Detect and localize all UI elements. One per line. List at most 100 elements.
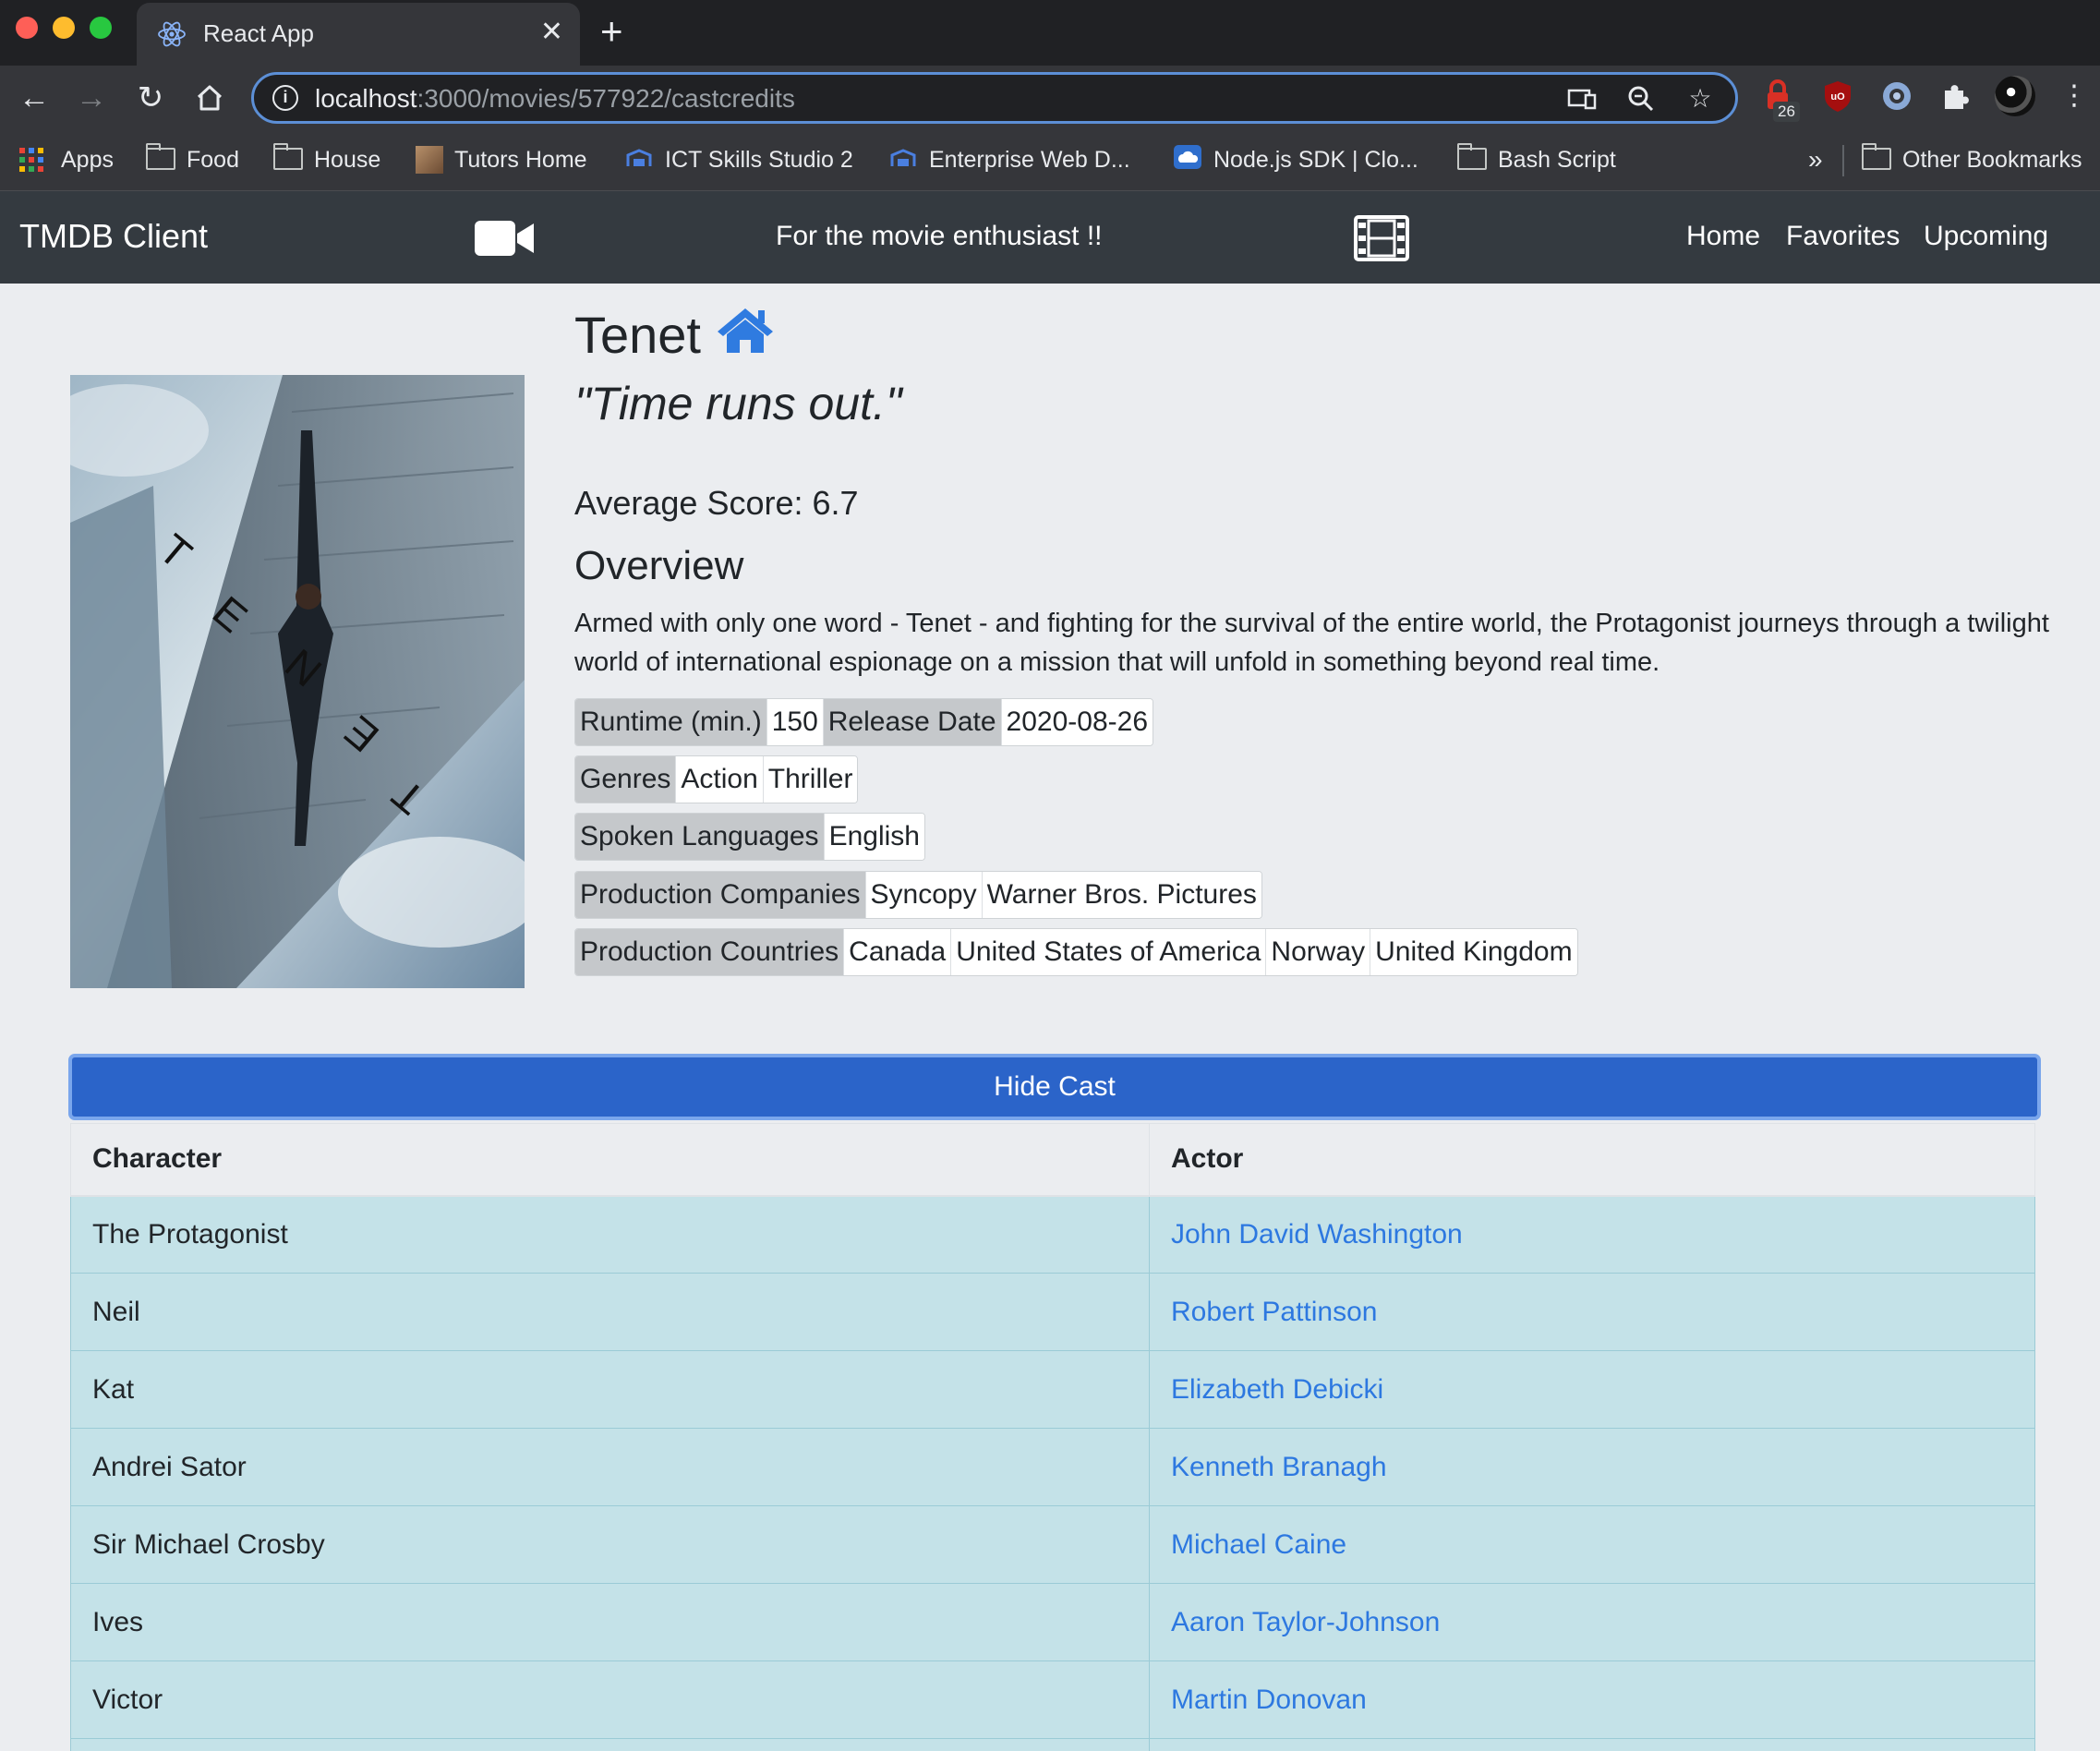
film-icon [1354, 215, 1409, 261]
folder-icon [1861, 143, 1891, 170]
character-cell: Kat [70, 1350, 1150, 1429]
app-navbar: TMDB Client For the movie enthusiast !! … [0, 191, 2100, 284]
bookmark-ict-skills[interactable]: ICT Skills Studio 2 [624, 143, 853, 176]
movie-tagline: "Time runs out." [574, 377, 902, 430]
minimize-window-button[interactable] [53, 17, 75, 39]
actor-link[interactable]: Martin Donovan [1149, 1660, 2035, 1739]
language-chip: English [824, 814, 924, 860]
address-bar[interactable]: i localhost:3000/movies/577922/castcredi… [251, 72, 1738, 124]
table-row: Neil Robert Pattinson [70, 1273, 2035, 1351]
folder-icon [272, 143, 303, 170]
bookmark-bash-script[interactable]: Bash Script [1456, 143, 1616, 176]
cast-icon[interactable] [1565, 82, 1599, 115]
company-chip: Warner Bros. Pictures [982, 872, 1261, 918]
close-window-button[interactable] [16, 17, 38, 39]
ublock-icon[interactable]: uO [1819, 78, 1856, 115]
actor-link[interactable]: Elizabeth Debicki [1149, 1350, 2035, 1429]
character-cell: Ives [70, 1583, 1150, 1661]
bookmark-food[interactable]: Food [145, 143, 239, 176]
extension-badge: 26 [1773, 102, 1800, 122]
maximize-window-button[interactable] [90, 17, 112, 39]
character-cell: The Protagonist [70, 1195, 1150, 1274]
bookmark-enterprise-web[interactable]: Enterprise Web D... [888, 143, 1130, 176]
country-chip: United States of America [951, 929, 1267, 975]
genres-group: Genres Action Thriller [574, 755, 859, 803]
bookmarks-divider [1842, 145, 1844, 176]
overview-text: Armed with only one word - Tenet - and f… [574, 609, 2049, 677]
cast-table: Character Actor The Protagonist John Dav… [70, 1123, 2035, 1751]
companies-label: Production Companies [575, 872, 866, 918]
tab-title: React App [203, 19, 314, 47]
table-row: Sir Michael Crosby Michael Caine [70, 1505, 2035, 1584]
nav-upcoming-link[interactable]: Upcoming [1924, 221, 2048, 252]
country-chip: United Kingdom [1370, 929, 1577, 975]
actor-link[interactable]: John David Washington [1149, 1195, 2035, 1274]
table-row: Victor Martin Donovan [70, 1660, 2035, 1739]
bookmark-other[interactable]: Other Bookmarks [1861, 143, 2082, 176]
actor-column-header: Actor [1149, 1123, 2035, 1197]
runtime-label: Runtime (min.) [575, 699, 767, 745]
navbar-tagline: For the movie enthusiast !! [776, 221, 1103, 251]
runtime-value: 150 [766, 699, 824, 745]
folder-icon [1456, 143, 1487, 170]
bookmark-star-icon[interactable]: ☆ [1684, 82, 1717, 115]
video-camera-icon [475, 221, 534, 256]
bookmark-apps[interactable]: Apps [18, 143, 114, 176]
puzzle-extensions-icon[interactable] [1937, 78, 1974, 115]
runtime-release-group: Runtime (min.) 150 Release Date 2020-08-… [574, 698, 1154, 746]
forward-icon[interactable]: → [72, 78, 111, 117]
countries-label: Production Countries [575, 929, 845, 975]
languages-label: Spoken Languages [575, 814, 825, 860]
table-row [70, 1738, 2035, 1751]
movie-poster: T E N E T [70, 375, 525, 988]
actor-link[interactable]: Aaron Taylor-Johnson [1149, 1583, 2035, 1661]
homepage-link-icon[interactable] [716, 305, 775, 355]
tutors-favicon [416, 146, 443, 174]
folder-icon [145, 143, 175, 170]
actor-link[interactable]: Kenneth Branagh [1149, 1428, 2035, 1506]
apps-grid-icon [19, 148, 43, 172]
bookmarks-bar: Apps Food House Tutors Home ICT Skills S… [0, 130, 2100, 191]
moodle-favicon [890, 149, 916, 166]
actor-link[interactable]: Robert Pattinson [1149, 1273, 2035, 1351]
actor-link[interactable]: Michael Caine [1149, 1505, 2035, 1584]
avatar[interactable] [1995, 76, 2035, 116]
company-chip: Syncopy [865, 872, 983, 918]
react-icon [158, 21, 186, 47]
browser-tab-strip: React App ✕ + [0, 0, 2100, 66]
bookmark-house[interactable]: House [272, 143, 380, 176]
actor-link[interactable] [1149, 1738, 2035, 1751]
bookmarks-overflow-button[interactable]: » [1808, 143, 1823, 176]
hide-cast-button[interactable]: Hide Cast [68, 1054, 2041, 1120]
languages-group: Spoken Languages English [574, 813, 925, 861]
companies-group: Production Companies Syncopy Warner Bros… [574, 871, 1262, 919]
cloud-favicon [1174, 145, 1201, 169]
table-row: The Protagonist John David Washington [70, 1195, 2035, 1274]
site-info-icon[interactable]: i [272, 85, 298, 111]
brand[interactable]: TMDB Client [19, 217, 208, 256]
browser-tab[interactable]: React App ✕ [137, 3, 580, 66]
zoom-icon[interactable] [1624, 82, 1658, 115]
close-tab-icon[interactable]: ✕ [540, 18, 563, 47]
table-row: Kat Elizabeth Debicki [70, 1350, 2035, 1429]
nav-favorites-link[interactable]: Favorites [1786, 221, 1900, 252]
genre-chip: Action [676, 756, 764, 803]
circle-extension-icon[interactable] [1878, 78, 1915, 115]
average-score: Average Score: 6.7 [574, 484, 859, 522]
moodle-favicon [626, 149, 652, 166]
bookmark-tutors-home[interactable]: Tutors Home [416, 143, 587, 176]
character-cell: Sir Michael Crosby [70, 1505, 1150, 1584]
bookmark-nodejs-sdk[interactable]: Node.js SDK | Clo... [1173, 143, 1418, 176]
country-chip: Canada [844, 929, 952, 975]
table-row: Andrei Sator Kenneth Branagh [70, 1428, 2035, 1506]
home-browser-icon[interactable] [194, 82, 225, 114]
more-menu-icon[interactable]: ⋮ [2056, 78, 2093, 115]
back-icon[interactable]: ← [15, 78, 54, 117]
new-tab-icon[interactable]: + [600, 11, 623, 52]
table-row: Ives Aaron Taylor-Johnson [70, 1583, 2035, 1661]
genre-chip: Thriller [763, 756, 858, 803]
table-header-row: Character Actor [70, 1123, 2035, 1197]
nav-home-link[interactable]: Home [1686, 221, 1760, 252]
overview-heading: Overview [574, 543, 744, 588]
reload-icon[interactable]: ↻ [131, 78, 170, 117]
